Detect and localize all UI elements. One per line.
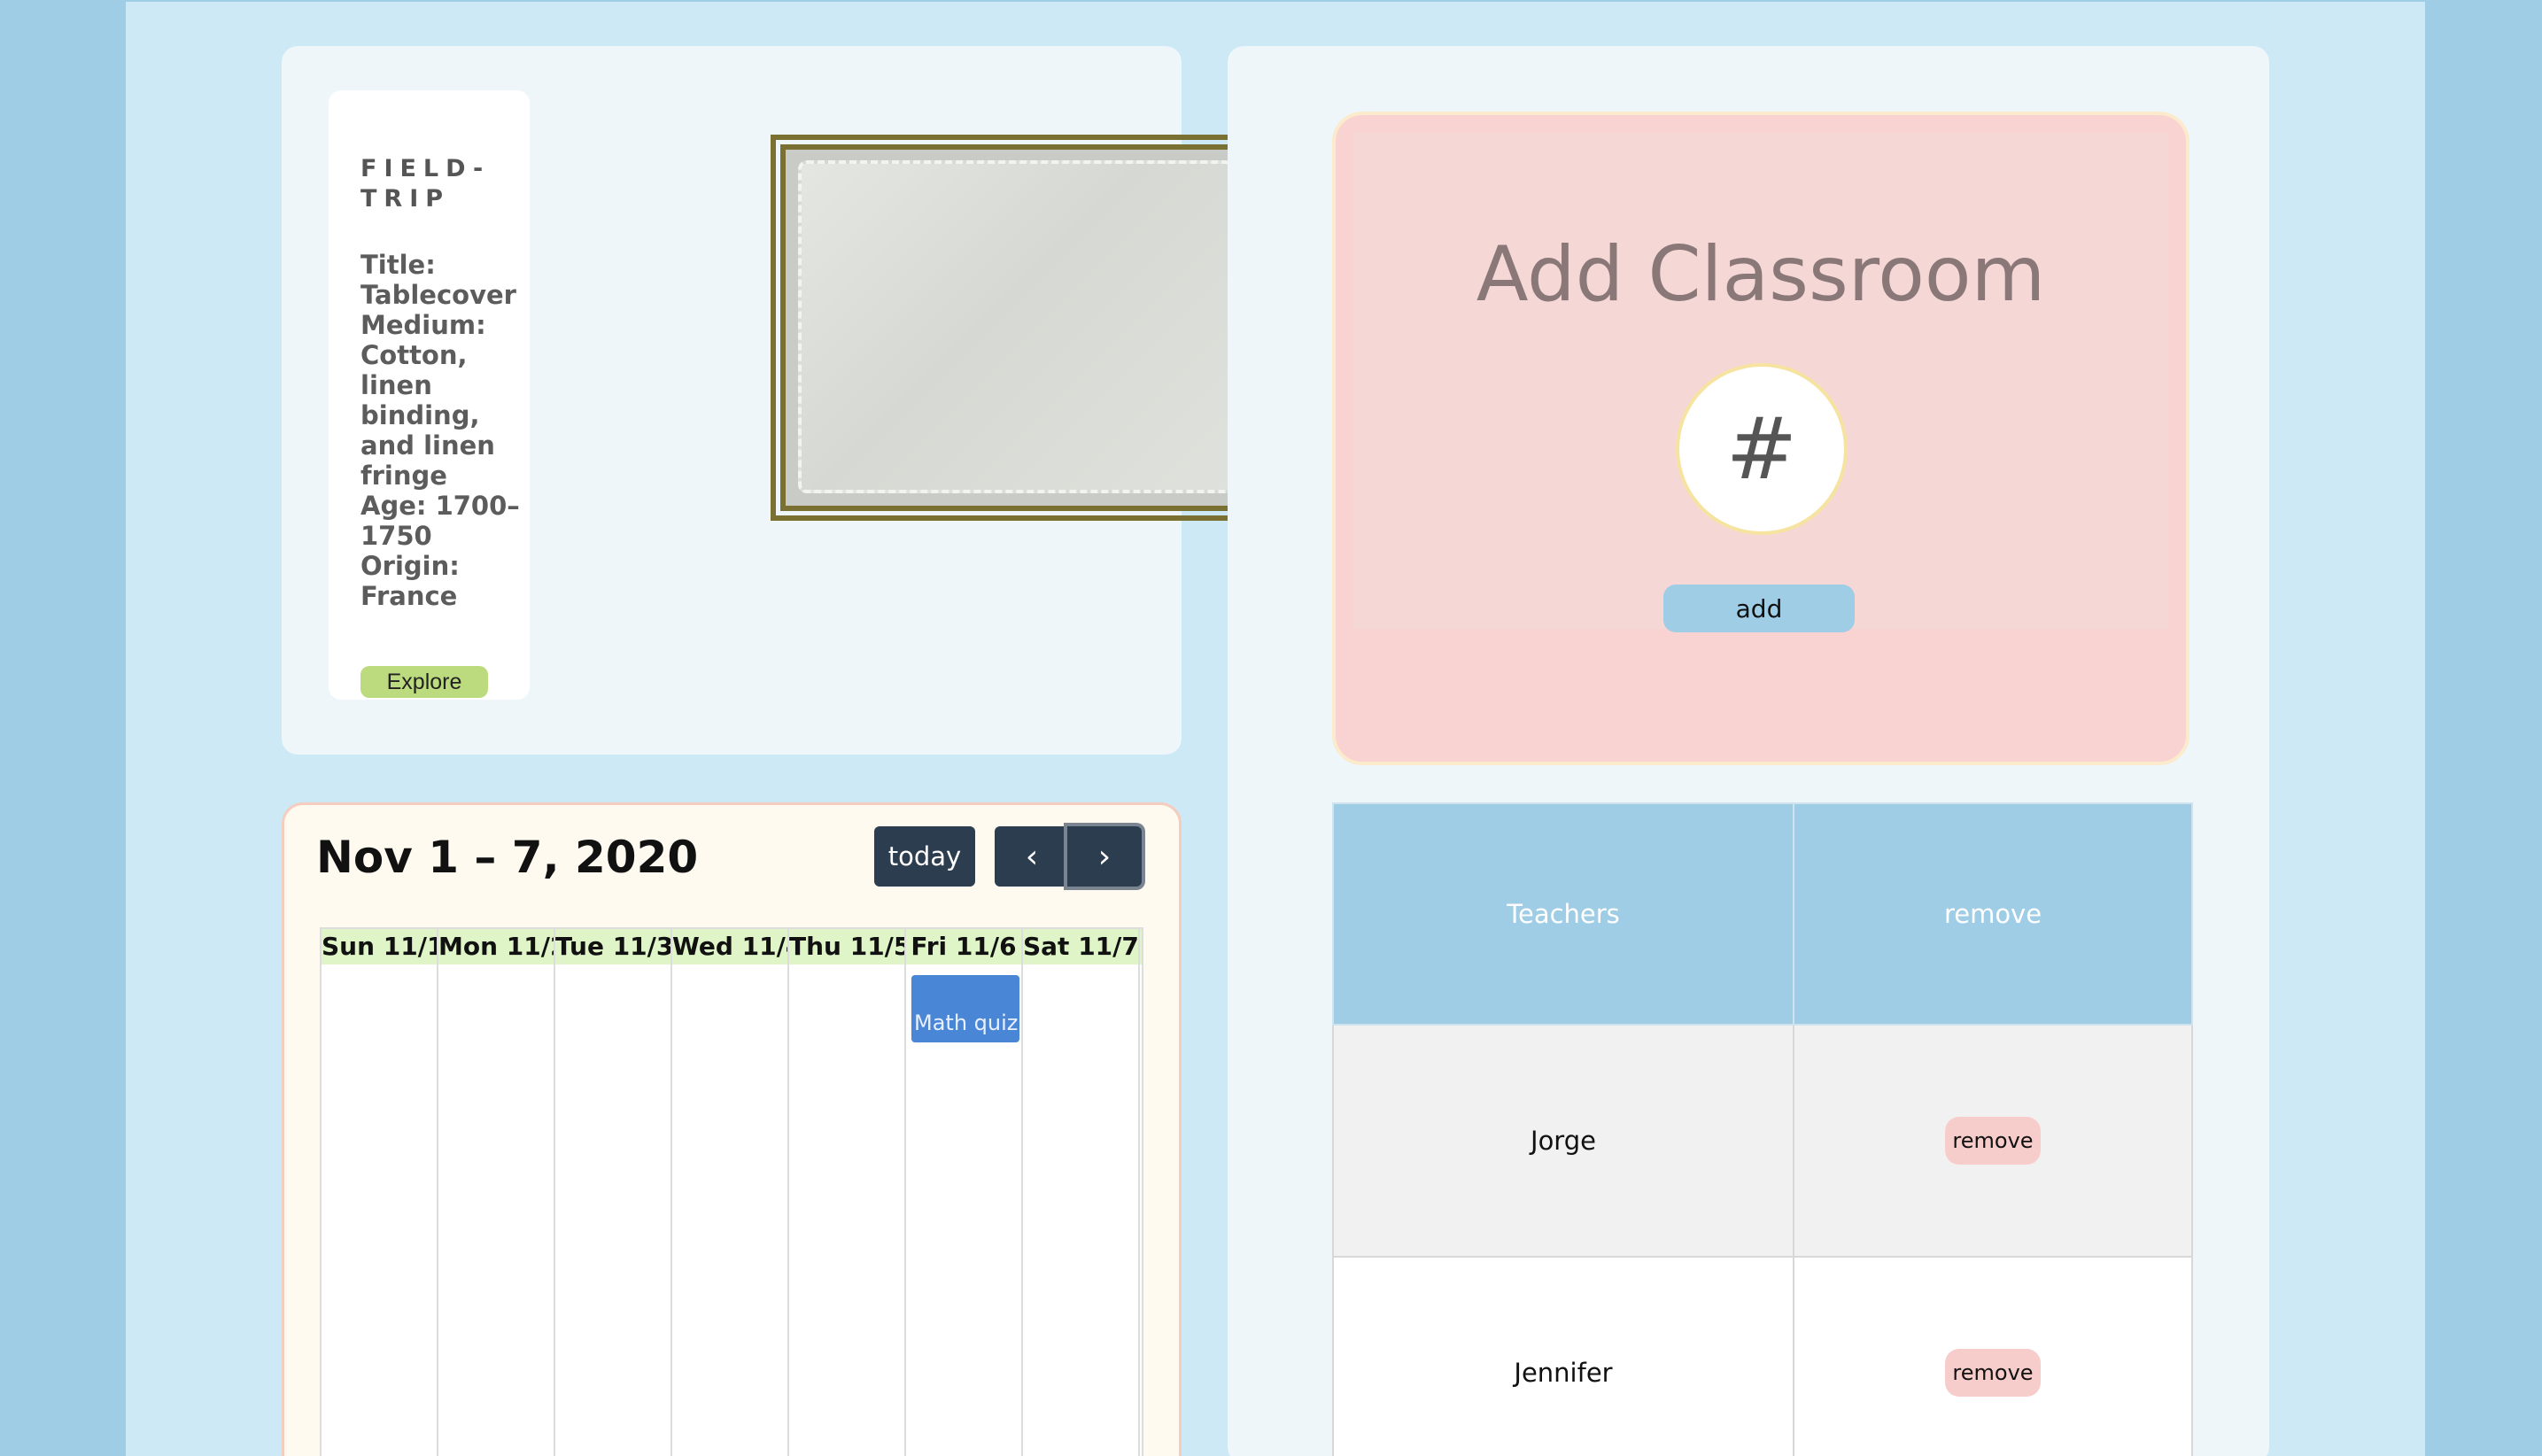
day-header-thu: Thu 11/5	[789, 929, 906, 964]
table-row: Jorge remove	[1332, 1024, 2193, 1258]
add-classroom-button[interactable]: add	[1663, 585, 1855, 632]
day-header-mon: Mon 11/2	[438, 929, 555, 964]
artwork-origin: Origin: France	[360, 551, 460, 611]
teachers-column-header: Teachers	[1332, 802, 1794, 1026]
calendar-header-row: Sun 11/1 Mon 11/2 Tue 11/3 Wed 11/4 Thu …	[322, 929, 1142, 964]
add-classroom-card: Add Classroom # add	[1332, 112, 2189, 765]
field-trip-heading: FIELD-TRIP	[360, 155, 491, 213]
calendar-grid: Sun 11/1 Mon 11/2 Tue 11/3 Wed 11/4 Thu …	[320, 927, 1143, 1456]
day-column-sat[interactable]	[1023, 964, 1140, 1456]
chevron-left-icon: ‹	[1025, 838, 1039, 875]
today-button[interactable]: today	[874, 826, 975, 887]
classroom-panel: Add Classroom # add Teachers remove Jorg…	[1228, 46, 2269, 1456]
artwork-medium: Medium: Cotton, linen binding, and linen…	[360, 310, 495, 491]
artwork-image-frame	[771, 135, 1259, 521]
table-row: Jennifer remove	[1332, 1256, 2193, 1456]
artwork-info-card: FIELD-TRIP Title: Tablecover Medium: Cot…	[329, 90, 530, 700]
chevron-right-icon: ›	[1097, 838, 1112, 875]
day-column-thu[interactable]	[789, 964, 906, 1456]
day-header-sun: Sun 11/1	[322, 929, 438, 964]
day-column-wed[interactable]	[672, 964, 789, 1456]
teachers-table: Teachers remove Jorge remove Jennifer re…	[1332, 802, 2193, 1456]
artwork-title: Title: Tablecover	[360, 250, 516, 310]
calendar-event-math-quiz[interactable]: Math quiz	[911, 975, 1019, 1042]
remove-cell: remove	[1793, 1024, 2193, 1258]
explore-button[interactable]: Explore	[360, 666, 488, 698]
remove-teacher-button[interactable]: remove	[1945, 1117, 2041, 1165]
artwork-meta: Title: Tablecover Medium: Cotton, linen …	[360, 250, 520, 611]
day-column-sun[interactable]	[322, 964, 438, 1456]
add-classroom-title: Add Classroom	[1476, 230, 2046, 319]
teacher-name: Jennifer	[1332, 1256, 1794, 1456]
calendar-title: Nov 1 – 7, 2020	[316, 832, 699, 883]
tablecover-image	[798, 160, 1234, 493]
artwork-panel: FIELD-TRIP Title: Tablecover Medium: Cot…	[282, 46, 1259, 755]
classroom-code-input[interactable]: #	[1676, 363, 1848, 535]
remove-column-header: remove	[1793, 802, 2193, 1026]
artwork-age: Age: 1700–1750	[360, 491, 520, 551]
next-week-button[interactable]: ›	[1067, 826, 1142, 887]
add-classroom-form: Add Classroom # add	[1353, 133, 2168, 632]
artwork-image	[780, 144, 1250, 511]
remove-teacher-button[interactable]: remove	[1945, 1349, 2041, 1397]
day-header-tue: Tue 11/3	[555, 929, 672, 964]
teachers-table-header-row: Teachers remove	[1332, 802, 2193, 1026]
day-header-fri: Fri 11/6	[906, 929, 1023, 964]
day-column-mon[interactable]	[438, 964, 555, 1456]
prev-week-button[interactable]: ‹	[995, 826, 1069, 887]
day-column-tue[interactable]	[555, 964, 672, 1456]
calendar-panel: Nov 1 – 7, 2020 today ‹ › Sun 11/1 Mon 1…	[282, 802, 1182, 1456]
remove-cell: remove	[1793, 1256, 2193, 1456]
day-header-wed: Wed 11/4	[672, 929, 789, 964]
teacher-name: Jorge	[1332, 1024, 1794, 1258]
day-header-sat: Sat 11/7	[1023, 929, 1140, 964]
